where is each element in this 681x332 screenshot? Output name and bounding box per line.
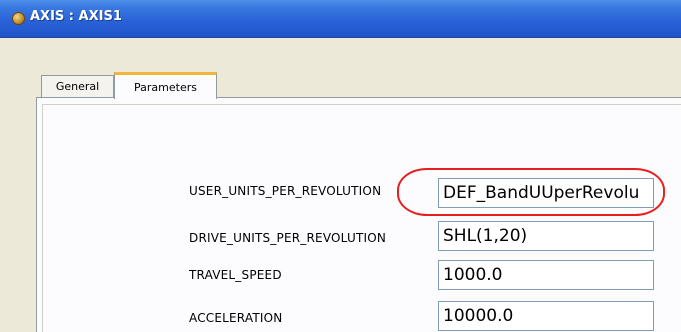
acceleration-input[interactable]	[438, 301, 654, 331]
tab-general-label: General	[55, 80, 100, 93]
parameters-group-border	[42, 104, 681, 332]
tab-general[interactable]: General	[41, 75, 114, 97]
window-app-icon	[12, 12, 25, 25]
tab-parameters[interactable]: Parameters	[114, 72, 217, 99]
user-units-per-revolution-label: USER_UNITS_PER_REVOLUTION	[189, 184, 382, 198]
acceleration-label: ACCELERATION	[189, 311, 283, 325]
title-bar[interactable]: AXIS : AXIS1	[0, 0, 681, 38]
user-units-per-revolution-input[interactable]	[438, 178, 654, 208]
travel-speed-label: TRAVEL_SPEED	[189, 268, 282, 282]
window-title: AXIS : AXIS1	[30, 9, 122, 24]
drive-units-per-revolution-label: DRIVE_UNITS_PER_REVOLUTION	[189, 231, 387, 245]
tab-parameters-label: Parameters	[134, 80, 197, 94]
drive-units-per-revolution-input[interactable]	[438, 221, 654, 251]
travel-speed-input[interactable]	[438, 260, 654, 290]
